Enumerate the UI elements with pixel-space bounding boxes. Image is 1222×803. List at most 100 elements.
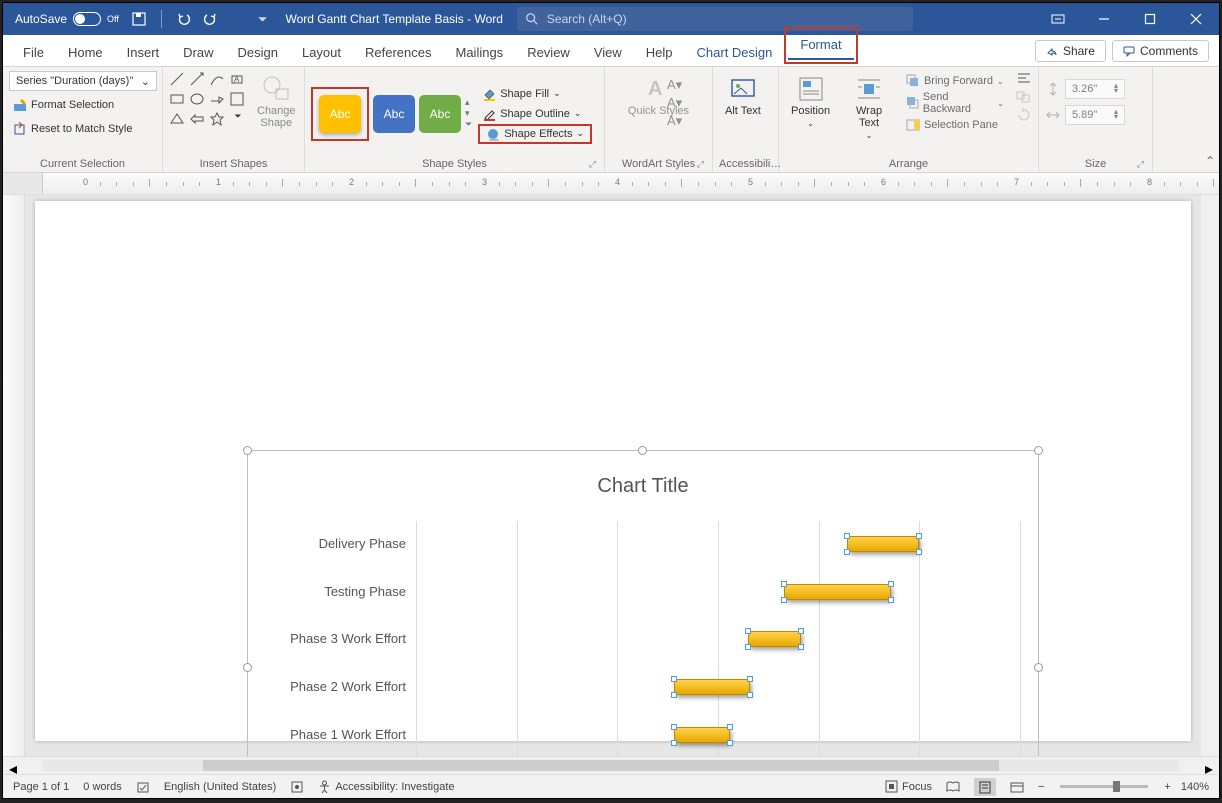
focus-icon [885, 780, 898, 793]
collapse-ribbon-icon[interactable]: ⌃ [1205, 154, 1215, 168]
send-backward-button[interactable]: Send Backward⌄ [902, 93, 1008, 113]
selection-pane-button[interactable]: Selection Pane [902, 115, 1008, 135]
status-words[interactable]: 0 words [83, 781, 122, 793]
maximize-icon[interactable] [1127, 3, 1173, 35]
gantt-bar[interactable] [847, 536, 919, 552]
shape-outline-button[interactable]: Shape Outline⌄ [478, 104, 592, 124]
wrap-text-button[interactable]: Wrap Text⌄ [840, 71, 898, 144]
undo-icon[interactable] [176, 11, 192, 27]
zoom-level[interactable]: 140% [1181, 781, 1209, 793]
tab-references[interactable]: References [353, 39, 443, 66]
gantt-bar[interactable] [748, 631, 800, 647]
vertical-ruler[interactable] [3, 195, 25, 756]
accessibility-status[interactable]: Accessibility: Investigate [318, 780, 454, 793]
tab-layout[interactable]: Layout [290, 39, 353, 66]
shape-effects-button[interactable]: Shape Effects⌄ [478, 124, 592, 144]
gantt-bar[interactable] [674, 727, 730, 743]
page-canvas[interactable]: Chart Title 4/146/37/239/1110/3112/202/8… [25, 195, 1201, 756]
status-language[interactable]: English (United States) [164, 781, 277, 793]
format-selection-label: Format Selection [31, 99, 114, 111]
macro-icon[interactable] [290, 780, 304, 794]
gantt-bar[interactable] [784, 584, 891, 600]
dialog-launcher-icon[interactable]: ⤢ [589, 159, 596, 170]
y-category-label: Delivery Phase [246, 536, 406, 551]
group-label-arrange: Arrange [785, 156, 1032, 172]
redo-icon[interactable] [202, 11, 218, 27]
zoom-out-icon[interactable]: − [1038, 781, 1044, 793]
y-category-label: Phase 2 Work Effort [246, 679, 406, 694]
tab-home[interactable]: Home [56, 39, 115, 66]
autosave-control[interactable]: AutoSave Off [15, 12, 119, 26]
shape-style-swatch-1[interactable]: Abc [319, 95, 361, 133]
tab-design[interactable]: Design [226, 39, 290, 66]
chart-plot-area[interactable]: 4/146/37/239/1110/3112/202/8Delivery Pha… [416, 521, 1020, 756]
svg-text:A: A [234, 75, 240, 84]
gallery-up-icon[interactable]: ▴ [465, 97, 472, 108]
wrap-text-label: Wrap Text [846, 105, 892, 129]
send-backward-icon [906, 96, 919, 110]
chart-object[interactable]: Chart Title 4/146/37/239/1110/3112/202/8… [247, 450, 1039, 756]
horizontal-scrollbar[interactable]: ◂ ▸ [3, 756, 1219, 774]
shape-fill-button[interactable]: Shape Fill⌄ [478, 84, 592, 104]
read-mode-icon[interactable] [942, 778, 964, 796]
width-icon [1045, 107, 1061, 123]
effects-icon [486, 127, 500, 141]
wrap-text-icon [855, 75, 883, 103]
group-icon[interactable] [1016, 89, 1032, 103]
scroll-left-icon[interactable]: ◂ [3, 757, 23, 774]
shape-style-swatch-2[interactable]: Abc [373, 95, 415, 133]
format-selection-button[interactable]: Format Selection [9, 95, 118, 115]
minimize-icon[interactable] [1081, 3, 1127, 35]
zoom-slider[interactable] [1060, 785, 1148, 788]
web-layout-icon[interactable] [1006, 778, 1028, 796]
position-button[interactable]: Position⌄ [785, 71, 836, 132]
zoom-in-icon[interactable]: + [1164, 781, 1170, 793]
scroll-right-icon[interactable]: ▸ [1199, 757, 1219, 774]
autosave-toggle[interactable] [73, 12, 101, 26]
group-label-shape-styles: Shape Styles⤢ [311, 156, 598, 172]
change-shape-label: Change Shape [257, 105, 296, 129]
tab-insert[interactable]: Insert [115, 39, 172, 66]
tab-help[interactable]: Help [634, 39, 685, 66]
tab-view[interactable]: View [582, 39, 634, 66]
horizontal-ruler[interactable]: 0123456789 [3, 173, 1219, 195]
share-icon [1046, 45, 1058, 57]
close-icon[interactable] [1173, 3, 1219, 35]
hscroll-thumb[interactable] [203, 760, 999, 771]
tab-review[interactable]: Review [515, 39, 582, 66]
chart-title[interactable]: Chart Title [248, 451, 1038, 498]
qat-dropdown-icon[interactable]: ⏷ [258, 12, 268, 27]
shape-style-swatch-3[interactable]: Abc [419, 95, 461, 133]
share-button[interactable]: Share [1035, 40, 1106, 62]
reset-style-button[interactable]: Reset to Match Style [9, 119, 137, 139]
chart-element-dropdown[interactable]: Series "Duration (days)"⌄ [9, 71, 157, 91]
vertical-scrollbar[interactable] [1201, 195, 1219, 756]
document-area: Chart Title 4/146/37/239/1110/3112/202/8… [3, 195, 1219, 756]
gallery-more-icon[interactable]: ⏷ [465, 119, 472, 130]
gallery-down-icon[interactable]: ▾ [465, 108, 472, 119]
tab-file[interactable]: File [11, 39, 56, 66]
bring-forward-button[interactable]: Bring Forward⌄ [902, 71, 1008, 91]
tab-mailings[interactable]: Mailings [444, 39, 516, 66]
proofing-icon[interactable] [136, 780, 150, 794]
rotate-icon[interactable] [1016, 107, 1032, 121]
bucket-icon [482, 87, 496, 101]
tab-draw[interactable]: Draw [171, 39, 225, 66]
focus-mode-button[interactable]: Focus [885, 780, 932, 793]
shape-width-input[interactable]: 5.89"▴▾ [1065, 105, 1125, 125]
gantt-bar[interactable] [674, 679, 751, 695]
search-placeholder: Search (Alt+Q) [547, 12, 627, 26]
save-icon[interactable] [131, 11, 147, 27]
tab-format[interactable]: Format [788, 31, 853, 60]
status-page[interactable]: Page 1 of 1 [13, 781, 69, 793]
print-layout-icon[interactable] [974, 778, 996, 796]
shape-height-input[interactable]: 3.26"▴▾ [1065, 79, 1125, 99]
autosave-label: AutoSave [15, 12, 67, 26]
tab-chart-design[interactable]: Chart Design [685, 39, 785, 66]
comments-button[interactable]: Comments [1112, 40, 1209, 62]
align-icon[interactable] [1016, 71, 1032, 85]
ribbon-display-icon[interactable] [1035, 3, 1081, 35]
shapes-gallery[interactable]: A ⏷ [169, 71, 247, 129]
titlebar: AutoSave Off ⏷ Word Gantt Chart Template… [3, 3, 1219, 35]
alt-text-button[interactable]: Alt Text [719, 71, 767, 121]
